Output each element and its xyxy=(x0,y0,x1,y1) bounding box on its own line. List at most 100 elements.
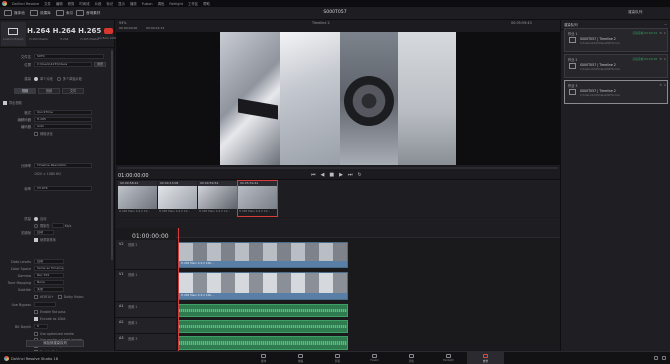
render-queue-toggle[interactable]: 渲染队列 xyxy=(628,10,642,15)
clip-thumb-1[interactable]: 00:09:58:22 H.265 Main 4:2:2 10... xyxy=(118,181,157,216)
viewer-timeline-name[interactable]: Timeline 2 xyxy=(312,21,330,25)
audio-clip-a2[interactable] xyxy=(178,320,348,333)
track-header-v1[interactable]: V1 视频 1 xyxy=(116,270,176,302)
color-space-dropdown[interactable]: Same as Timeline xyxy=(34,266,64,271)
quality-auto-radio[interactable] xyxy=(34,216,38,221)
play-icon[interactable]: ▶ xyxy=(339,172,343,178)
page-tab-media[interactable]: 媒体 xyxy=(245,352,282,364)
frame-reorder-checkbox[interactable] xyxy=(34,237,38,242)
close-icon[interactable]: × xyxy=(663,83,666,87)
render-job-3[interactable]: 作业 3 ✎ × S000T057 | Timeline 2 C:/Users/… xyxy=(564,80,668,104)
menu-file[interactable]: 文件 xyxy=(44,1,51,6)
encode-10bit-checkbox[interactable] xyxy=(34,316,38,321)
quality-limit-radio[interactable] xyxy=(34,223,38,228)
clip-thumb-3[interactable]: 00:00:59:54 H.265 Main 4:2:2 10... xyxy=(198,181,237,216)
track-header-v2[interactable]: V2 视频 2 xyxy=(116,240,176,270)
gamma-dropdown[interactable]: Rec.709 xyxy=(34,273,64,278)
clip-thumb-2[interactable]: 00:04:13:08 H.265 Main 4:2:2 10... xyxy=(158,181,197,216)
index-button[interactable]: 索引 xyxy=(56,10,73,16)
page-tab-fairlight[interactable]: Fairlight xyxy=(430,352,467,364)
subtitle-dropdown[interactable]: 关闭 xyxy=(34,287,64,292)
menu-help[interactable]: 帮助 xyxy=(203,1,210,6)
preset-custom-export[interactable]: Custom Export xyxy=(1,22,26,46)
menu-workspace[interactable]: 工作区 xyxy=(188,1,198,6)
viewer-zoom[interactable]: 93% xyxy=(119,21,127,25)
video-clip-v1[interactable]: H.265 Main 4:2:2 10b... xyxy=(178,272,348,300)
close-icon[interactable]: × xyxy=(663,57,666,61)
browse-button[interactable]: 浏览 xyxy=(94,62,107,67)
audio-clip-a1[interactable] xyxy=(178,304,348,317)
render-queue-options-icon[interactable]: ··· xyxy=(664,23,667,27)
format-dropdown[interactable]: QuickTime xyxy=(34,110,92,115)
edit-icon[interactable]: ✎ xyxy=(659,83,662,87)
menu-fusion[interactable]: Fusion xyxy=(142,2,153,6)
menu-playback[interactable]: 播放 xyxy=(130,1,137,6)
individual-clips-radio[interactable] xyxy=(56,76,61,81)
export-video-checkbox[interactable] xyxy=(3,100,7,105)
audio-clip-a3[interactable] xyxy=(178,336,348,350)
render-job-2[interactable]: 作业 2 渲染完成 00:00:38 ✎ × S000T057 | Timeli… xyxy=(564,54,668,78)
preset-h264[interactable]: H.264 H.264 xyxy=(52,22,77,46)
filename-field[interactable]: S0T0 xyxy=(34,54,104,59)
page-tab-cut[interactable]: 快编 xyxy=(282,352,319,364)
sound-library-button[interactable]: 音响素材 xyxy=(76,10,100,16)
menu-timeline[interactable]: 时间线 xyxy=(79,1,89,6)
keyframes-dropdown[interactable]: 自动 xyxy=(34,230,54,235)
edit-icon[interactable]: ✎ xyxy=(659,57,662,61)
tab-file[interactable]: 文件 xyxy=(62,88,84,94)
timeline-ruler[interactable] xyxy=(176,228,560,238)
page-tab-deliver[interactable]: 交付 xyxy=(467,352,504,364)
tab-video[interactable]: 视频 xyxy=(14,88,36,94)
skip-end-icon[interactable]: ⏭ xyxy=(348,172,353,178)
preset-h265-master[interactable]: H.265 H.265 Master xyxy=(78,22,103,46)
tone-mapping-dropdown[interactable]: None xyxy=(34,280,64,285)
video-clip-v2[interactable]: H.265 Main 4:2:2 10b... xyxy=(178,242,348,268)
menu-trim[interactable]: 修剪 xyxy=(68,1,75,6)
page-tab-fusion[interactable]: Fusion xyxy=(356,352,393,364)
track-header-a1[interactable]: A1 音频 1 xyxy=(116,302,176,318)
close-icon[interactable]: × xyxy=(663,31,666,35)
add-to-render-queue-button[interactable]: 添加到渲染队列 xyxy=(26,340,84,347)
single-clip-radio[interactable] xyxy=(34,76,38,81)
codec-dropdown[interactable]: H.265 xyxy=(34,117,92,122)
location-field[interactable]: C:\Users\123\Videos xyxy=(34,62,92,67)
bit-depth-dropdown[interactable]: 8 xyxy=(34,324,48,329)
menu-clip[interactable]: 片段 xyxy=(95,1,102,6)
page-tab-color[interactable]: 调色 xyxy=(393,352,430,364)
media-pool-button[interactable]: 媒体池 xyxy=(4,10,25,16)
playhead[interactable] xyxy=(178,228,179,351)
hdr10-checkbox[interactable] xyxy=(34,294,38,299)
bypass-dropdown[interactable] xyxy=(34,302,56,307)
menu-view[interactable]: 显示 xyxy=(118,1,125,6)
menu-mark[interactable]: 标记 xyxy=(106,1,113,6)
dolby-vision-checkbox[interactable] xyxy=(57,294,62,299)
clip-thumb-4[interactable]: 00:05:59:42 H.265 Main 4:2:2 10... xyxy=(237,180,278,217)
framerate-dropdown[interactable]: 23.976 xyxy=(34,186,92,191)
edit-icon[interactable]: ✎ xyxy=(659,31,662,35)
optimized-media-checkbox[interactable] xyxy=(34,331,38,336)
viewer-scrubber[interactable] xyxy=(118,167,558,169)
home-icon[interactable] xyxy=(654,356,658,360)
menu-edit[interactable]: 编辑 xyxy=(56,1,63,6)
menu-color[interactable]: 调色 xyxy=(158,1,165,6)
skip-start-icon[interactable]: ⏮ xyxy=(311,172,316,178)
loop-icon[interactable]: ↻ xyxy=(357,172,361,178)
preset-h264-master[interactable]: H.264 H.264 Master xyxy=(27,22,52,46)
settings-icon[interactable] xyxy=(662,356,666,360)
effects-button[interactable]: 效果库 xyxy=(30,10,51,16)
flat-pass-checkbox[interactable] xyxy=(34,309,38,314)
play-reverse-icon[interactable]: ◀ xyxy=(321,172,325,178)
resolution-dropdown[interactable]: Timeline Resolution xyxy=(34,163,92,168)
bitrate-field[interactable] xyxy=(51,223,64,228)
render-job-1[interactable]: 作业 1 渲染完成 00:00:34 ✎ × S000T057 | Timeli… xyxy=(564,28,668,52)
data-levels-dropdown[interactable]: 自动 xyxy=(34,259,64,264)
track-header-a3[interactable]: A3 音频 3 xyxy=(116,334,176,351)
stop-icon[interactable]: ■ xyxy=(329,172,334,178)
track-header-a2[interactable]: A2 音频 2 xyxy=(116,318,176,334)
tab-audio[interactable]: 音频 xyxy=(38,88,60,94)
menu-fairlight[interactable]: Fairlight xyxy=(169,2,183,6)
page-tab-edit[interactable]: 剪辑 xyxy=(319,352,356,364)
encoder-dropdown[interactable]: Auto xyxy=(34,124,92,129)
network-opt-checkbox[interactable] xyxy=(34,131,38,136)
preset-youtube[interactable]: YouTube 1080p xyxy=(97,22,119,46)
